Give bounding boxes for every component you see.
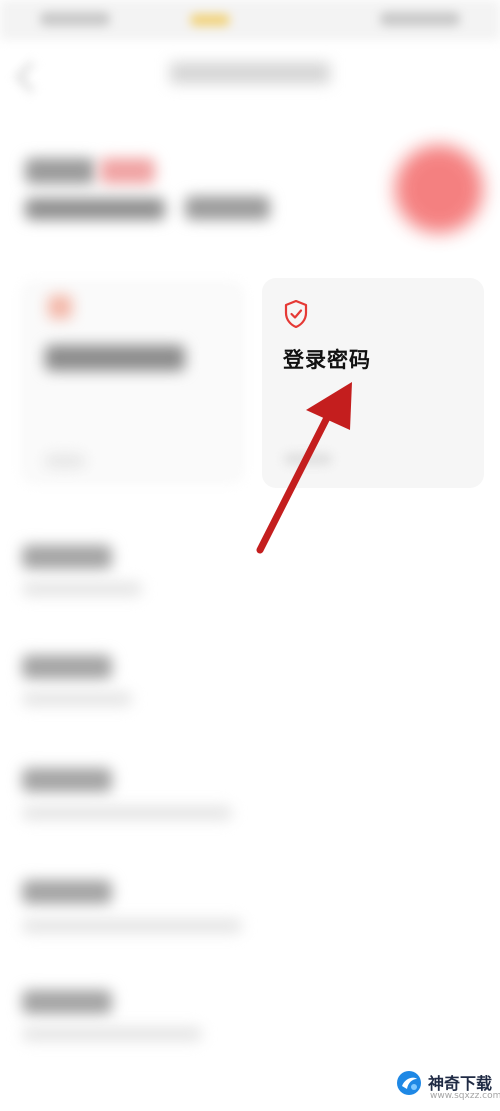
list-item[interactable]	[0, 630, 500, 740]
shield-check-icon	[284, 300, 308, 328]
card-left-icon	[48, 295, 72, 319]
watermark-url: www.sqxzz.com	[430, 1091, 500, 1101]
list-item-subtitle	[22, 919, 242, 933]
list-item-title	[22, 990, 112, 1014]
sqxzz-logo-icon	[397, 1071, 421, 1095]
list-item-title	[22, 655, 112, 679]
status-notification-icon	[190, 14, 230, 26]
card-left-title	[45, 345, 185, 371]
list-item-title	[22, 545, 112, 569]
list-item[interactable]	[0, 855, 500, 965]
login-password-title: 登录密码	[283, 348, 371, 372]
account-subtitle-value	[185, 196, 270, 220]
account-subtitle	[25, 198, 165, 220]
login-password-status	[284, 453, 332, 465]
avatar[interactable]	[395, 145, 483, 233]
page-title	[170, 62, 330, 84]
list-item-title	[22, 768, 112, 792]
status-icons	[380, 12, 460, 26]
list-item[interactable]	[0, 520, 500, 630]
list-item-subtitle	[22, 1027, 202, 1041]
list-item-title	[22, 880, 112, 904]
status-time	[40, 12, 110, 26]
card-left-footer	[45, 455, 85, 467]
list-item[interactable]	[0, 740, 500, 850]
list-item-subtitle	[22, 692, 132, 706]
status-bar	[0, 0, 500, 40]
account-badge	[100, 158, 155, 184]
list-item-subtitle	[22, 582, 142, 596]
back-arrow-icon[interactable]	[15, 61, 47, 93]
list-item-subtitle	[22, 806, 232, 820]
account-name	[25, 158, 95, 184]
